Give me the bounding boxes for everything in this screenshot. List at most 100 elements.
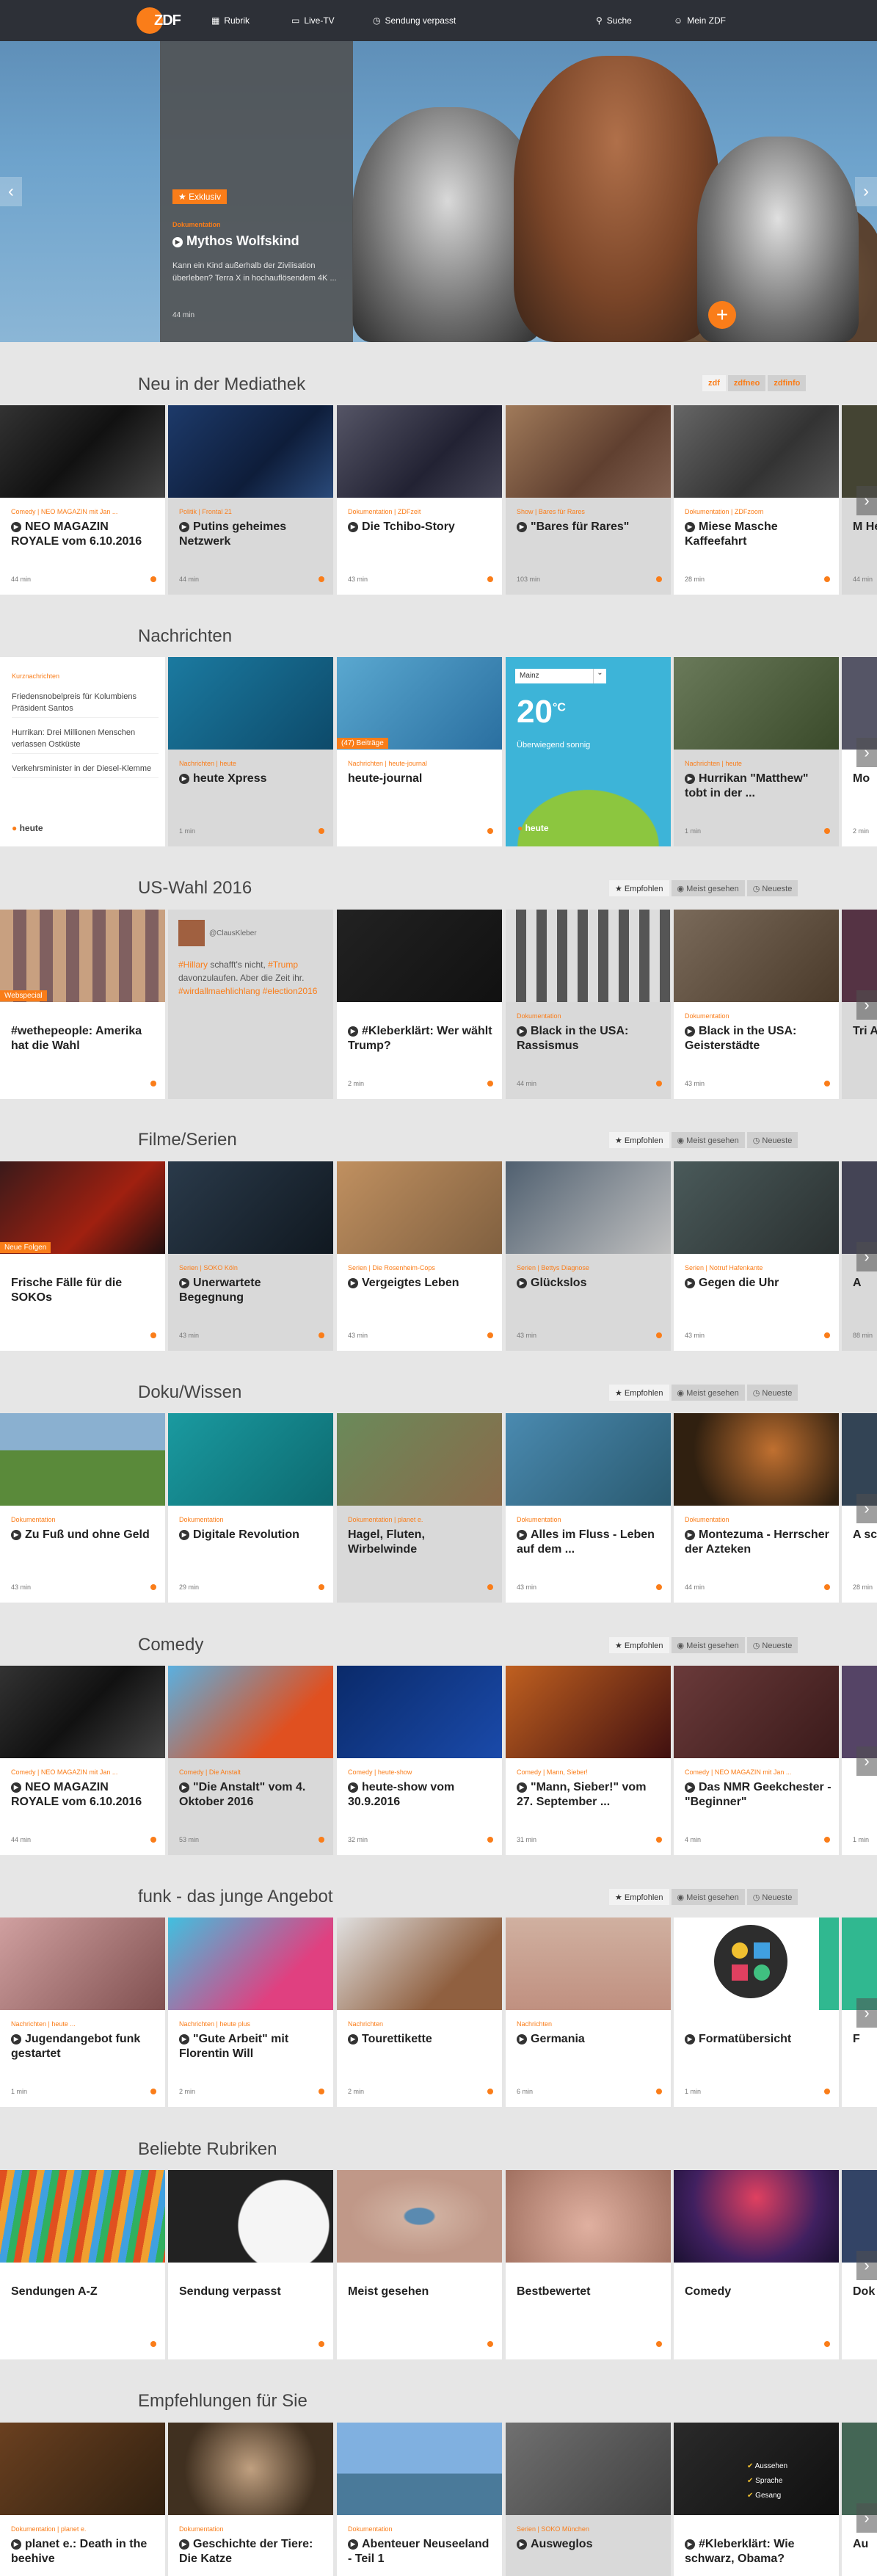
teaser-card[interactable]: Neue Folgen Frische Fälle für die SOKOs xyxy=(0,1161,165,1351)
zdf-logo[interactable]: ZDF xyxy=(137,7,181,34)
teaser-card[interactable]: Dokumentation ▶ Black in the USA: Rassismu… xyxy=(506,910,671,1099)
bookmark-dot[interactable] xyxy=(319,2089,324,2094)
chip-empfohlen[interactable]: ★ Empfohlen xyxy=(609,1637,669,1653)
bookmark-dot[interactable] xyxy=(487,2089,493,2094)
teaser-card[interactable]: Nachrichten | heute ▶ heute Xpress 1 min xyxy=(168,657,333,846)
bookmark-dot[interactable] xyxy=(487,1081,493,1086)
chip-empfohlen[interactable]: ★ Empfohlen xyxy=(609,1889,669,1905)
chip-empfohlen[interactable]: ★ Empfohlen xyxy=(609,1132,669,1148)
weather-card[interactable]: Mainz ⌄ 20°C Überwiegend sonnig ● heute xyxy=(506,657,671,846)
hashtag[interactable]: #Trump xyxy=(268,959,298,970)
teaser-card[interactable]: Politik | Frontal 21 ▶ Putins geheimes Net… xyxy=(168,405,333,595)
bookmark-dot[interactable] xyxy=(656,1584,662,1590)
bookmark-dot[interactable] xyxy=(824,576,830,582)
news-item[interactable]: Verkehrsminister in der Diesel-Klemme xyxy=(12,763,159,778)
chip-zdfneo[interactable]: zdfneo xyxy=(727,375,766,391)
teaser-card[interactable]: Serien | Bettys Diagnose ▶ Glückslos 43 min xyxy=(506,1161,671,1351)
bookmark-dot[interactable] xyxy=(150,1332,156,1338)
bookmark-dot[interactable] xyxy=(824,828,830,834)
teaser-card[interactable]: Nachrichten | heute plus ▶ "Gute Arbeit" m… xyxy=(168,1918,333,2107)
teaser-card[interactable]: Serien | SOKO Köln ▶ Unerwartete Begegnung… xyxy=(168,1161,333,1351)
teaser-card[interactable]: Au xyxy=(842,2423,877,2576)
teaser-card[interactable]: Dokumentation ▶ Black in the USA: Geisters… xyxy=(674,910,839,1099)
hashtag[interactable]: #wirdallmaehlichlang #election2016 xyxy=(178,986,317,996)
category-card[interactable]: Sendung verpasst xyxy=(168,2170,333,2359)
hero-title[interactable]: ▶ Mythos Wolfskind xyxy=(172,233,299,249)
chip-neueste[interactable]: ◷ Neueste xyxy=(746,880,798,896)
bookmark-dot[interactable] xyxy=(150,1837,156,1843)
bookmark-dot[interactable] xyxy=(319,1332,324,1338)
bookmark-dot[interactable] xyxy=(656,1837,662,1843)
nav-mein-zdf[interactable]: ☺ Mein ZDF xyxy=(674,0,726,41)
teaser-card[interactable]: Serien | SOKO München ▶ Ausweglos xyxy=(506,2423,671,2576)
chip-neueste[interactable]: ◷ Neueste xyxy=(746,1637,798,1653)
chip-meist-gesehen[interactable]: ◉ Meist gesehen xyxy=(671,1132,745,1148)
bookmark-dot[interactable] xyxy=(150,576,156,582)
teaser-card[interactable]: (47) Beiträge Nachrichten | heute-journal… xyxy=(337,657,502,846)
bookmark-dot[interactable] xyxy=(319,576,324,582)
row-next-arrow[interactable]: › xyxy=(856,1746,877,1776)
nav-suche[interactable]: ⚲ Suche xyxy=(596,0,632,41)
hero-add-icon[interactable]: + xyxy=(708,301,736,329)
bookmark-dot[interactable] xyxy=(150,2341,156,2347)
row-next-arrow[interactable]: › xyxy=(856,1494,877,1523)
nav-sendung-verpasst[interactable]: ◷ Sendung verpasst xyxy=(373,0,456,41)
city-select[interactable]: Mainz ⌄ xyxy=(515,669,606,683)
teaser-card[interactable]: Nachrichten | heute ... ▶ Jugendangebot fu… xyxy=(0,1918,165,2107)
hero-teaser[interactable]: ★ Exklusiv Dokumentation ▶ Mythos Wolfski… xyxy=(0,41,877,342)
bookmark-dot[interactable] xyxy=(656,2089,662,2094)
bookmark-dot[interactable] xyxy=(487,828,493,834)
teaser-card[interactable]: Comedy | heute-show ▶ heute-show vom 30.9.… xyxy=(337,1666,502,1855)
chip-neueste[interactable]: ◷ Neueste xyxy=(746,1132,798,1148)
bookmark-dot[interactable] xyxy=(824,1081,830,1086)
teaser-card[interactable]: Serien | Notruf Hafenkante ▶ Gegen die Uhr… xyxy=(674,1161,839,1351)
row-next-arrow[interactable]: › xyxy=(856,1242,877,1271)
teaser-card[interactable]: Dokumentation ▶ Zu Fuß und ohne Geld 43 min xyxy=(0,1413,165,1603)
chip-zdf[interactable]: zdf xyxy=(702,375,726,391)
teaser-card[interactable]: Comedy | NEO MAGAZIN mit Jan ... ▶ NEO MAG… xyxy=(0,405,165,595)
bookmark-dot[interactable] xyxy=(319,2341,324,2347)
bookmark-dot[interactable] xyxy=(824,1332,830,1338)
bookmark-dot[interactable] xyxy=(487,1332,493,1338)
teaser-card[interactable]: Comedy | NEO MAGAZIN mit Jan ... ▶ NEO MAG… xyxy=(0,1666,165,1855)
bookmark-dot[interactable] xyxy=(150,2089,156,2094)
bookmark-dot[interactable] xyxy=(487,1837,493,1843)
row-next-arrow[interactable]: › xyxy=(856,486,877,515)
teaser-card[interactable]: Nachrichten ▶ Tourettikette 2 min xyxy=(337,1918,502,2107)
teaser-card[interactable]: Dokumentation | ZDFzeit ▶ Die Tchibo-Story… xyxy=(337,405,502,595)
teaser-card[interactable]: Nachrichten | heute ▶ Hurrikan "Matthew" t… xyxy=(674,657,839,846)
teaser-card[interactable]: Webspecial #wethepeople: Amerika hat die … xyxy=(0,910,165,1099)
hashtag[interactable]: #Hillary xyxy=(178,959,208,970)
bookmark-dot[interactable] xyxy=(319,828,324,834)
bookmark-dot[interactable] xyxy=(824,2341,830,2347)
chip-neueste[interactable]: ◷ Neueste xyxy=(746,1889,798,1905)
bookmark-dot[interactable] xyxy=(656,576,662,582)
teaser-card[interactable]: ✔ Aussehen ✔ Sprache ✔ Gesang ▶ #Kleberkl… xyxy=(674,2423,839,2576)
teaser-card[interactable]: Serien | Die Rosenheim-Cops ▶ Vergeigtes L… xyxy=(337,1161,502,1351)
chip-zdfinfo[interactable]: zdfinfo xyxy=(768,375,807,391)
teaser-card[interactable]: Show | Bares für Rares ▶ "Bares für Rares"… xyxy=(506,405,671,595)
teaser-card[interactable]: Comedy | Die Anstalt ▶ "Die Anstalt" vom 4… xyxy=(168,1666,333,1855)
row-next-arrow[interactable]: › xyxy=(856,2251,877,2280)
teaser-card[interactable]: Dokumentation | ZDFzoom ▶ Miese Masche Kaf… xyxy=(674,405,839,595)
bookmark-dot[interactable] xyxy=(487,1584,493,1590)
bookmark-dot[interactable] xyxy=(150,1081,156,1086)
nav-live-tv[interactable]: ▭ Live-TV xyxy=(291,0,335,41)
bookmark-dot[interactable] xyxy=(824,2089,830,2094)
category-card[interactable]: Sendungen A-Z xyxy=(0,2170,165,2359)
bookmark-dot[interactable] xyxy=(656,1332,662,1338)
row-next-arrow[interactable]: › xyxy=(856,1998,877,2028)
bookmark-dot[interactable] xyxy=(824,1837,830,1843)
chip-empfohlen[interactable]: ★ Empfohlen xyxy=(609,1385,669,1401)
row-next-arrow[interactable]: › xyxy=(856,2503,877,2533)
teaser-card[interactable]: Dokumentation ▶ Geschichte der Tiere: Die … xyxy=(168,2423,333,2576)
teaser-card[interactable]: Dokumentation ▶ Alles im Fluss - Leben auf… xyxy=(506,1413,671,1603)
teaser-card[interactable]: Dokumentation ▶ Digitale Revolution 29 min xyxy=(168,1413,333,1603)
chip-meist-gesehen[interactable]: ◉ Meist gesehen xyxy=(671,1889,745,1905)
news-ticker-card[interactable]: Kurznachrichten Friedensnobelpreis für K… xyxy=(0,657,165,846)
category-card[interactable]: Comedy xyxy=(674,2170,839,2359)
news-item[interactable]: Hurrikan: Drei Millionen Menschen verlas… xyxy=(12,727,159,754)
bookmark-dot[interactable] xyxy=(487,2341,493,2347)
chip-meist-gesehen[interactable]: ◉ Meist gesehen xyxy=(671,1637,745,1653)
teaser-card[interactable]: Comedy | Mann, Sieber! ▶ "Mann, Sieber!" v… xyxy=(506,1666,671,1855)
